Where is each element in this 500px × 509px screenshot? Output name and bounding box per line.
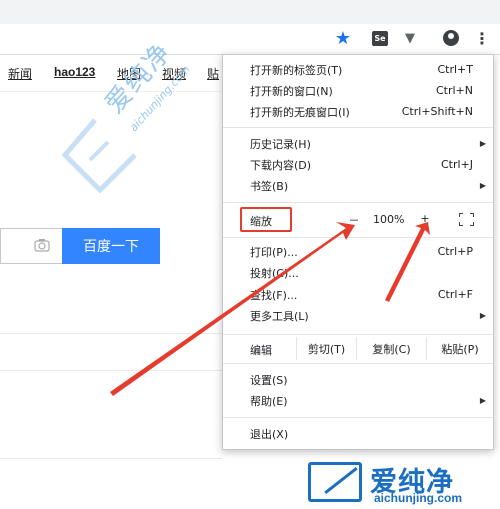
- menu-item-bookmarks[interactable]: 书签(B) ▶: [223, 175, 493, 196]
- menu-item-exit[interactable]: 退出(X): [223, 423, 493, 444]
- menu-item-settings[interactable]: 设置(S): [223, 369, 493, 390]
- paste-button[interactable]: 粘贴(P): [426, 337, 493, 360]
- menu-separator: [223, 202, 493, 203]
- menu-item-new-incognito[interactable]: 打开新的无痕窗口(I) Ctrl+Shift+N: [223, 101, 493, 122]
- menu-separator: [223, 127, 493, 128]
- menu-separator: [223, 334, 493, 335]
- page-divider: [0, 370, 222, 371]
- search-input[interactable]: [0, 228, 62, 264]
- profile-icon[interactable]: [441, 28, 461, 48]
- menu-kebab-icon[interactable]: ⋮: [472, 28, 492, 48]
- submenu-arrow-icon: ▶: [479, 181, 486, 190]
- zoom-label: 缩放: [250, 215, 272, 228]
- logo-mark-icon: [308, 462, 362, 502]
- address-bar[interactable]: [0, 24, 500, 55]
- menu-item-more-tools[interactable]: 更多工具(L) ▶: [223, 305, 493, 326]
- menu-item-print[interactable]: 打印(P)... Ctrl+P: [223, 241, 493, 262]
- nav-link-news[interactable]: 新闻: [8, 65, 32, 82]
- menu-zoom-row: 缩放 － 100% +: [223, 205, 493, 235]
- search-button[interactable]: 百度一下: [62, 228, 160, 264]
- menu-separator: [223, 417, 493, 418]
- nav-link-hao123[interactable]: hao123: [54, 65, 95, 79]
- submenu-arrow-icon: ▶: [479, 311, 486, 320]
- selenium-extension-icon[interactable]: Se: [370, 28, 390, 48]
- menu-item-new-window[interactable]: 打开新的窗口(N) Ctrl+N: [223, 80, 493, 101]
- menu-separator: [223, 363, 493, 364]
- site-logo: 爱纯净 aichunjing.com: [300, 458, 500, 509]
- camera-icon[interactable]: [33, 238, 51, 254]
- vue-extension-icon[interactable]: ▼: [400, 28, 420, 48]
- bookmark-star-icon[interactable]: ★: [333, 28, 353, 49]
- menu-item-help[interactable]: 帮助(E) ▶: [223, 390, 493, 411]
- copy-button[interactable]: 复制(C): [356, 337, 426, 360]
- menu-edit-row: 编辑 剪切(T) 复制(C) 粘贴(P): [223, 337, 493, 360]
- menu-separator: [223, 237, 493, 238]
- nav-link-tieba[interactable]: 贴: [207, 65, 219, 82]
- menu-item-cast[interactable]: 投射(C)...: [223, 262, 493, 283]
- edit-label: 编辑: [250, 344, 272, 357]
- page-divider: [0, 458, 222, 459]
- menu-item-find[interactable]: 查找(F)... Ctrl+F: [223, 284, 493, 305]
- browser-main-menu: 打开新的标签页(T) Ctrl+T 打开新的窗口(N) Ctrl+N 打开新的无…: [222, 54, 494, 450]
- fullscreen-icon[interactable]: [459, 213, 474, 226]
- page-divider: [0, 333, 222, 334]
- logo-url: aichunjing.com: [374, 491, 463, 505]
- menu-item-new-tab[interactable]: 打开新的标签页(T) Ctrl+T: [223, 59, 493, 80]
- zoom-out-button[interactable]: －: [347, 212, 361, 228]
- zoom-level: 100%: [373, 213, 405, 226]
- cut-button[interactable]: 剪切(T): [296, 337, 356, 360]
- zoom-in-button[interactable]: +: [418, 212, 432, 225]
- submenu-arrow-icon: ▶: [479, 139, 486, 148]
- menu-item-downloads[interactable]: 下载内容(D) Ctrl+J: [223, 154, 493, 175]
- menu-item-history[interactable]: 历史记录(H) ▶: [223, 133, 493, 154]
- submenu-arrow-icon: ▶: [479, 396, 486, 405]
